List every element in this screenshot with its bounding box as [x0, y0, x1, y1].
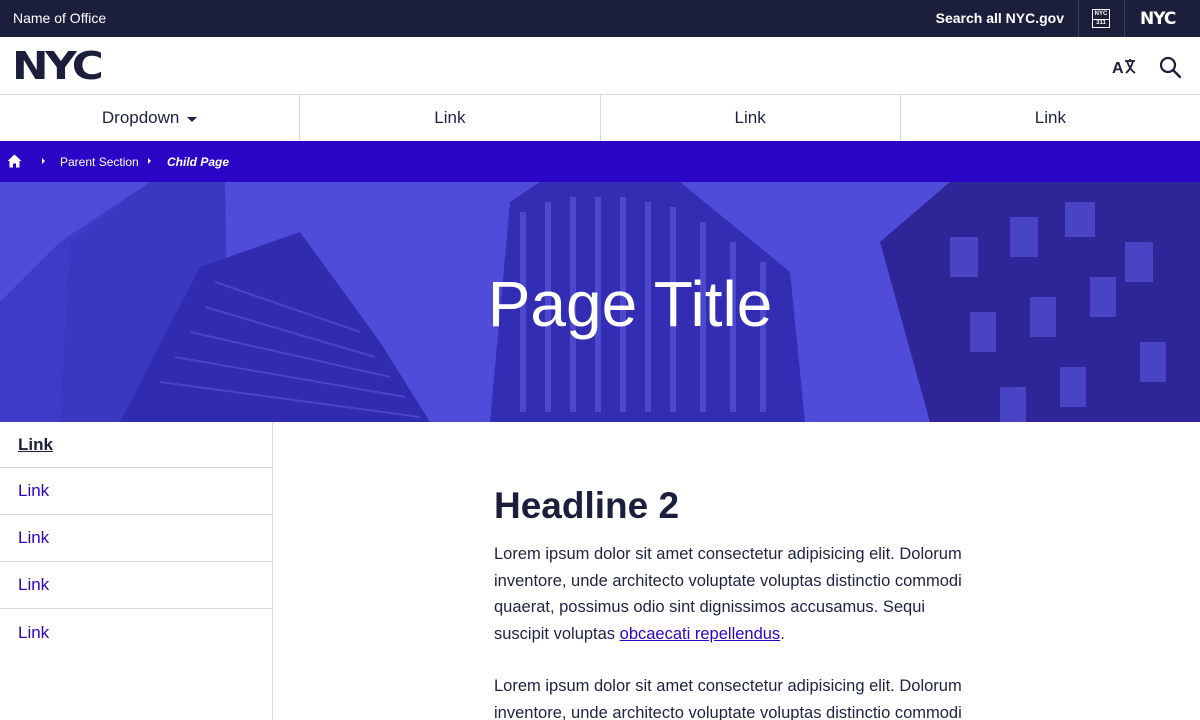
- nav-link-label: Link: [1034, 108, 1066, 127]
- divider: [1124, 0, 1125, 37]
- sidebar-item-label: Link: [18, 528, 50, 547]
- nav-link-label: Link: [434, 108, 466, 127]
- sidebar-item-label: Link: [18, 575, 50, 594]
- home-icon[interactable]: [7, 154, 22, 168]
- caret-down-icon: [187, 116, 198, 122]
- sidebar-item-label: Link: [18, 481, 50, 500]
- sidebar-item-label: Link: [18, 622, 50, 642]
- office-name[interactable]: Name of Office: [13, 10, 106, 26]
- nyc-311-icon[interactable]: NYC 311: [1092, 9, 1110, 28]
- main-nav: Dropdown Link Link Link: [0, 95, 1200, 141]
- breadcrumb-separator-icon: [148, 158, 151, 164]
- search-icon[interactable]: [1158, 55, 1182, 79]
- page-title: Page Title: [487, 268, 773, 340]
- nav-link[interactable]: Link: [601, 95, 901, 141]
- sidebar-item-label: Link: [18, 434, 53, 454]
- divider: [1078, 0, 1079, 37]
- sidebar-nav: Link Link Link Link Link: [0, 422, 273, 720]
- headline: Headline 2: [494, 485, 680, 526]
- nav-dropdown[interactable]: Dropdown: [0, 95, 301, 141]
- breadcrumb-separator-icon: [42, 158, 45, 164]
- translate-icon[interactable]: A: [1112, 56, 1136, 78]
- breadcrumb-current-page: Child Page: [167, 155, 230, 169]
- nyc-311-badge-bottom: 311: [1093, 19, 1109, 27]
- nav-link[interactable]: Link: [300, 95, 601, 141]
- site-header: NYC A: [0, 37, 1200, 95]
- inline-link[interactable]: obcaecati repellendus: [620, 625, 781, 643]
- nyc-311-badge-top: NYC: [1094, 11, 1108, 17]
- main-content: Headline 2 Lorem ipsum dolor sit amet co…: [494, 485, 984, 720]
- utility-bar: Name of Office Search all NYC.gov NYC 31…: [0, 0, 1200, 37]
- body-paragraph: Lorem ipsum dolor sit amet consectetur a…: [494, 541, 984, 647]
- sidebar-item[interactable]: Link: [0, 562, 272, 609]
- nyc-gov-logo[interactable]: NYC: [1140, 9, 1176, 29]
- sidebar-item-active[interactable]: Link: [0, 422, 272, 468]
- paragraph-end: .: [780, 624, 785, 643]
- breadcrumb-parent-link[interactable]: Parent Section: [60, 155, 139, 169]
- nyc-logo[interactable]: NYC: [12, 47, 104, 85]
- breadcrumb: Parent Section Child Page: [0, 141, 1200, 182]
- sidebar-item[interactable]: Link: [0, 515, 272, 562]
- hero-banner: Page Title: [0, 182, 1200, 422]
- sidebar-item[interactable]: Link: [0, 609, 272, 656]
- svg-text:A: A: [1112, 60, 1124, 77]
- sidebar-item[interactable]: Link: [0, 468, 272, 515]
- search-all-nyc-link[interactable]: Search all NYC.gov: [936, 10, 1064, 26]
- nav-dropdown-label: Dropdown: [101, 108, 180, 127]
- nav-link[interactable]: Link: [901, 95, 1200, 141]
- body-paragraph: Lorem ipsum dolor sit amet consectetur a…: [494, 677, 962, 720]
- nav-link-label: Link: [734, 108, 766, 127]
